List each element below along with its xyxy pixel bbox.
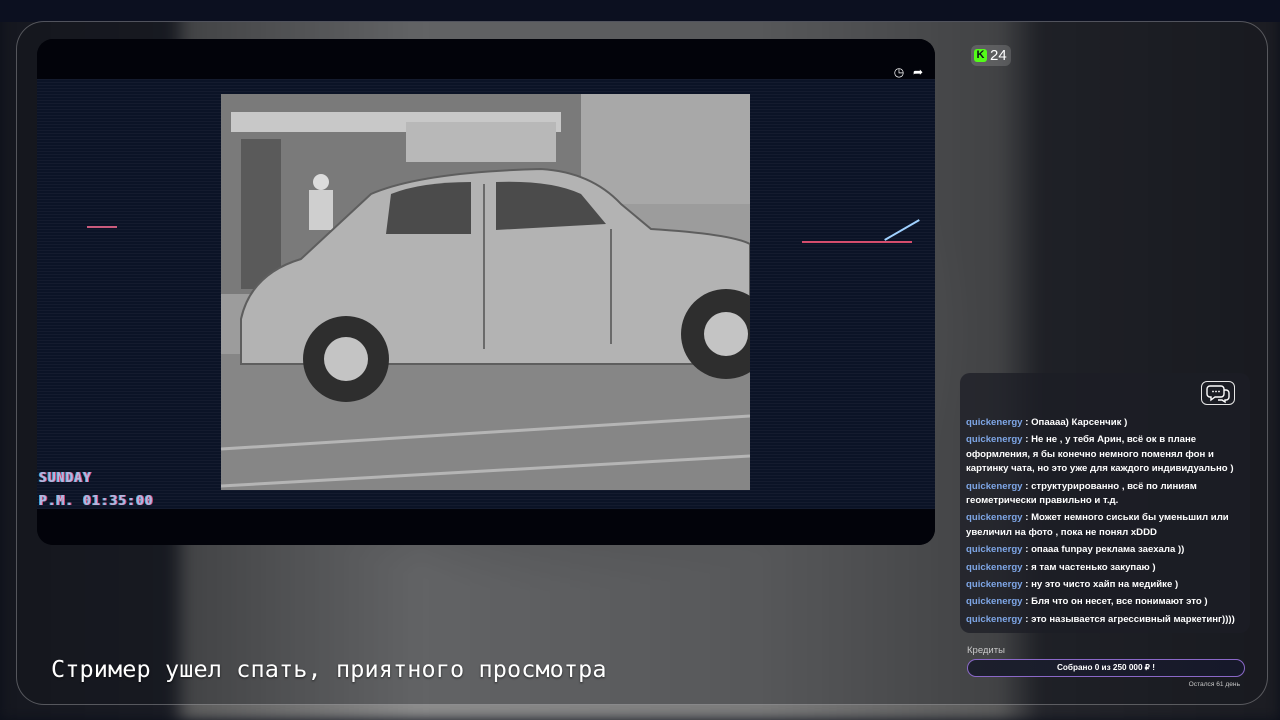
chat-messages: quickenergy : Опаааа) Карсенчик ) quicken… (966, 416, 1248, 630)
days-left-label: Осталcя 61 день (1188, 681, 1240, 688)
chat-message: quickenergy : Не не , у тебя Арин, всё о… (966, 433, 1248, 476)
chat-separator: : (1022, 544, 1032, 556)
background-top-bar (0, 0, 1280, 22)
glitch-streak (884, 219, 920, 241)
chat-message: quickenergy : ну это чисто хайп на медий… (966, 578, 1248, 592)
chat-username[interactable]: quickenergy (966, 596, 1023, 607)
chat-separator: : (1022, 596, 1032, 608)
chat-username[interactable]: quickenergy (966, 434, 1023, 445)
chat-message: quickenergy : Опаааа) Карсенчик ) (966, 416, 1248, 430)
chat-message: quickenergy : это называется агрессивный… (966, 613, 1248, 627)
donation-goal-bar: Собрано 0 из 250 000 ₽ ! (967, 659, 1245, 677)
chat-username[interactable]: quickenergy (966, 562, 1023, 573)
chat-message: quickenergy : Бля что он несет, все пони… (966, 595, 1248, 609)
chat-bubbles-icon (1206, 385, 1230, 404)
chat-username[interactable]: quickenergy (966, 614, 1023, 625)
share-icon[interactable]: ➦ (911, 65, 925, 79)
chat-text: это называется агрессивный маркетинг)))) (1031, 613, 1235, 625)
chat-separator: : (1022, 561, 1032, 573)
chat-username[interactable]: quickenergy (966, 481, 1023, 492)
letterbox-bottom (37, 509, 935, 545)
chat-separator: : (1022, 613, 1032, 625)
chat-toggle-button[interactable] (1201, 381, 1235, 405)
chat-message: quickenergy : опааа funpay реклама заеха… (966, 543, 1248, 557)
chat-text: я там частенько закупаю ) (1031, 561, 1156, 573)
glitch-streak (87, 226, 117, 228)
chat-message: quickenergy : структурированно , всё по … (966, 480, 1248, 509)
video-player[interactable]: ◷ ➦ SUNDAY P.M. 01:35:00 (37, 39, 935, 545)
viewer-count: 24 (990, 47, 1007, 64)
viewer-count-badge: K 24 (971, 45, 1011, 66)
stream-caption: Стример ушел спать, приятного просмотра (51, 655, 607, 683)
glitch-streak (802, 241, 912, 243)
chat-message: quickenergy : Может немного сиськи бы ум… (966, 511, 1248, 540)
chat-separator: : (1022, 579, 1032, 591)
chat-separator: : (1022, 417, 1032, 428)
chat-text: Опаааа) Карсенчик ) (1031, 417, 1128, 428)
chat-text: ну это чисто хайп на медийке ) (1031, 579, 1179, 591)
chat-text: опааа funpay реклама заехала )) (1031, 544, 1185, 556)
vhs-time-label: P.M. 01:35:00 (39, 494, 154, 509)
watch-later-icon[interactable]: ◷ (892, 65, 906, 79)
chat-separator: : (1022, 434, 1032, 446)
video-frame-car (221, 94, 750, 490)
chat-separator: : (1022, 480, 1032, 492)
kick-logo-icon: K (974, 49, 987, 62)
donation-goal-text: Собрано 0 из 250 000 ₽ ! (1056, 663, 1156, 672)
chat-username[interactable]: quickenergy (966, 579, 1023, 590)
chat-separator: : (1022, 512, 1032, 524)
chat-username[interactable]: quickenergy (966, 544, 1023, 555)
letterbox-top (37, 39, 935, 79)
credits-title: Кредиты (967, 645, 1005, 656)
vhs-day-label: SUNDAY (39, 471, 92, 486)
chat-username[interactable]: quickenergy (966, 512, 1023, 523)
chat-text: Бля что он несет, все понимают это ) (1031, 596, 1208, 608)
chat-message: quickenergy : я там частенько закупаю ) (966, 561, 1248, 575)
chat-username[interactable]: quickenergy (966, 417, 1023, 428)
